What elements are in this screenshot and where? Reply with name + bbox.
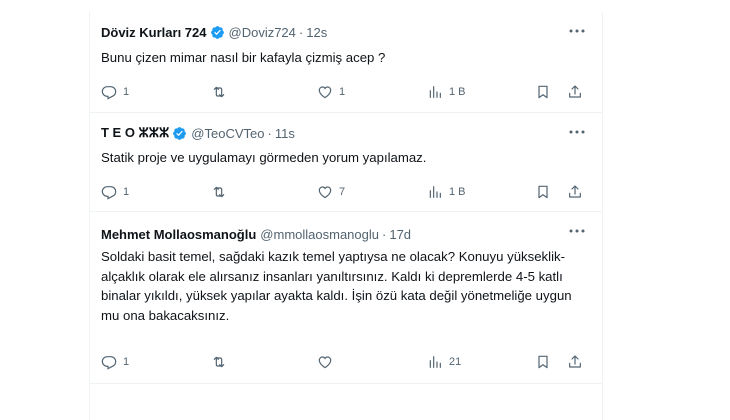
reply-button[interactable]: 1 xyxy=(101,352,129,372)
tweet[interactable]: Döviz Kurları 724 @Doviz724 · 12s Bunu ç… xyxy=(90,12,602,113)
user-name[interactable]: Döviz Kurları 724 xyxy=(101,25,207,40)
user-handle[interactable]: @TeoCVTeo xyxy=(191,126,264,141)
share-icon xyxy=(567,354,583,370)
more-icon[interactable] xyxy=(568,224,586,238)
retweet-button[interactable] xyxy=(211,182,233,202)
more-icon[interactable] xyxy=(568,24,586,38)
timestamp[interactable]: 17d xyxy=(389,227,411,242)
views-count: 21 xyxy=(449,356,462,368)
bookmark-button[interactable] xyxy=(535,352,551,372)
tweet-header: T E O ⵣⵣⵣ @TeoCVTeo · 11s xyxy=(101,123,295,143)
user-handle[interactable]: @Doviz724 xyxy=(229,25,296,40)
like-icon xyxy=(317,184,333,200)
user-name[interactable]: Mehmet Mollaosmanoğlu xyxy=(101,227,256,242)
action-bar: 1 7 1 B xyxy=(101,182,591,202)
retweet-icon xyxy=(211,184,227,200)
views-count: 1 B xyxy=(449,186,466,198)
action-bar: 1 1 1 B xyxy=(101,82,591,102)
reply-button[interactable]: 1 xyxy=(101,82,129,102)
timeline: Döviz Kurları 724 @Doviz724 · 12s Bunu ç… xyxy=(89,12,603,420)
bookmark-icon xyxy=(535,354,551,370)
share-icon xyxy=(567,184,583,200)
bookmark-button[interactable] xyxy=(535,182,551,202)
views-button[interactable]: 21 xyxy=(427,352,461,372)
tweet-header: Döviz Kurları 724 @Doviz724 · 12s xyxy=(101,22,327,42)
views-icon xyxy=(427,184,443,200)
user-handle[interactable]: @mmollaosmanoglu xyxy=(260,227,379,242)
bookmark-icon xyxy=(535,184,551,200)
bookmark-button[interactable] xyxy=(535,82,551,102)
reply-icon xyxy=(101,184,117,200)
share-icon xyxy=(567,84,583,100)
share-button[interactable] xyxy=(567,352,583,372)
verified-badge-icon xyxy=(172,126,187,141)
more-icon[interactable] xyxy=(568,125,586,139)
reply-icon xyxy=(101,84,117,100)
views-count: 1 B xyxy=(449,86,466,98)
like-button[interactable]: 1 xyxy=(317,82,345,102)
bookmark-icon xyxy=(535,84,551,100)
retweet-button[interactable] xyxy=(211,352,233,372)
action-bar: 1 21 xyxy=(101,352,591,372)
reply-count: 1 xyxy=(123,356,130,368)
reply-icon xyxy=(101,354,117,370)
views-button[interactable]: 1 B xyxy=(427,182,466,202)
reply-button[interactable]: 1 xyxy=(101,182,129,202)
tweet-header: Mehmet Mollaosmanoğlu @mmollaosmanoglu ·… xyxy=(101,224,411,244)
like-count: 1 xyxy=(339,86,346,98)
reply-count: 1 xyxy=(123,86,130,98)
verified-badge-icon xyxy=(210,25,225,40)
tweet-text: Soldaki basit temel, sağdaki kazık temel… xyxy=(101,249,572,323)
share-button[interactable] xyxy=(567,182,583,202)
separator: · xyxy=(298,24,304,40)
like-button[interactable]: 7 xyxy=(317,182,345,202)
timestamp[interactable]: 11s xyxy=(275,126,295,141)
separator: · xyxy=(382,226,387,242)
tweet[interactable]: Mehmet Mollaosmanoğlu @mmollaosmanoglu ·… xyxy=(90,212,602,384)
retweet-icon xyxy=(211,84,227,100)
share-button[interactable] xyxy=(567,82,583,102)
tweet[interactable]: T E O ⵣⵣⵣ @TeoCVTeo · 11s Statik proje v… xyxy=(90,113,602,212)
like-icon xyxy=(317,354,333,370)
retweet-button[interactable] xyxy=(211,82,233,102)
user-name[interactable]: T E O ⵣⵣⵣ xyxy=(101,125,169,141)
tweet-text: Bunu çizen mimar nasıl bir kafayla çizmi… xyxy=(101,50,386,65)
views-icon xyxy=(427,84,443,100)
reply-count: 1 xyxy=(123,186,130,198)
views-icon xyxy=(427,354,443,370)
tweet-text: Statik proje ve uygulamayı görmeden yoru… xyxy=(101,150,427,165)
like-icon xyxy=(317,84,333,100)
timestamp[interactable]: 12s xyxy=(306,25,327,40)
like-count: 7 xyxy=(339,186,346,198)
retweet-icon xyxy=(211,354,227,370)
views-button[interactable]: 1 B xyxy=(427,82,466,102)
separator: · xyxy=(267,125,272,141)
like-button[interactable] xyxy=(317,352,339,372)
